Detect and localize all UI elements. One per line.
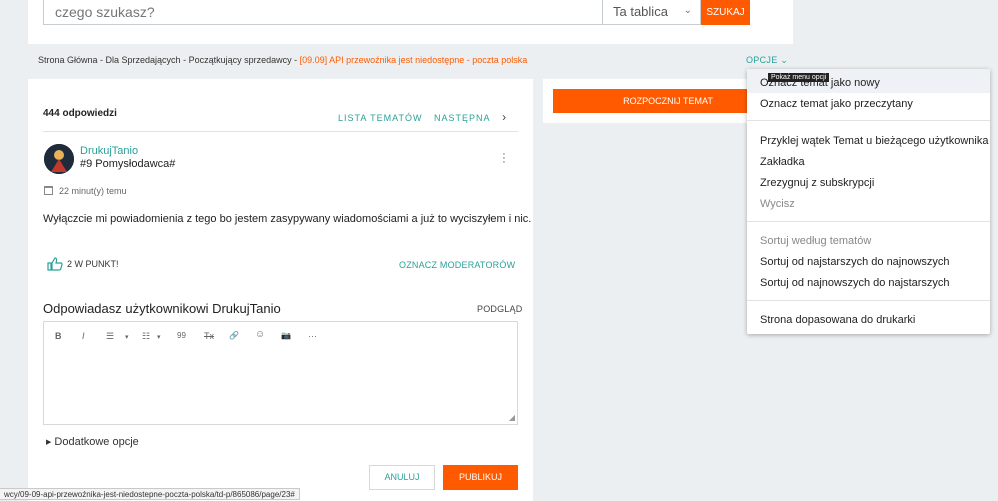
- search-button[interactable]: SZUKAJ: [701, 0, 750, 25]
- link-icon[interactable]: 🔗: [229, 331, 239, 340]
- chevron-down-icon[interactable]: ▾: [125, 333, 129, 341]
- post-time: 22 minut(y) temu: [44, 186, 127, 196]
- kudos-label: 2 W PUNKT!: [67, 259, 119, 269]
- numbered-list-icon[interactable]: ☷: [142, 331, 150, 342]
- menu-item-sort-newest-first[interactable]: Sortuj od najnowszych do najstarszych: [760, 277, 950, 289]
- avatar[interactable]: [44, 144, 74, 174]
- menu-item-sort-oldest-first[interactable]: Sortuj od najstarszych do najnowszych: [760, 256, 950, 268]
- post-body: Wyłączcie mi powiadomienia z tego bo jes…: [43, 213, 532, 225]
- menu-item-mute[interactable]: Wycisz: [760, 198, 795, 210]
- triangle-right-icon: ▶: [46, 439, 52, 446]
- kudos-button[interactable]: 2 W PUNKT!: [47, 257, 119, 273]
- menu-item-pin-topic[interactable]: Przyklej wątek Temat u bieżącego użytkow…: [760, 135, 988, 147]
- search-input[interactable]: [43, 0, 603, 25]
- reply-editor[interactable]: B I ☰ ▾ ☷ ▾ 99 Tx 🔗 ☺ 📷 ··· ◢: [43, 321, 518, 425]
- reply-title: Odpowiadasz użytkownikowi DrukujTanio: [43, 301, 281, 316]
- extra-options-label: Dodatkowe opcje: [54, 436, 139, 448]
- calendar-icon: [44, 186, 53, 195]
- preview-link[interactable]: PODGLĄD: [477, 304, 522, 314]
- resize-grip-icon[interactable]: ◢: [509, 413, 515, 422]
- notify-moderators-link[interactable]: OZNACZ MODERATORÓW: [399, 260, 515, 270]
- chevron-down-icon[interactable]: ▾: [157, 333, 161, 341]
- breadcrumb: Strona Główna - Dla Sprzedających - Pocz…: [38, 55, 527, 65]
- search-scope-label: Ta tablica: [613, 4, 668, 19]
- menu-divider: [747, 221, 990, 222]
- cancel-button[interactable]: ANULUJ: [369, 465, 435, 490]
- next-link[interactable]: NASTĘPNA: [434, 113, 491, 123]
- options-label: OPCJE: [746, 55, 778, 65]
- topics-list-link[interactable]: LISTA TEMATÓW: [338, 113, 423, 123]
- author-name[interactable]: DrukujTanio: [80, 145, 138, 157]
- bold-button[interactable]: B: [55, 331, 62, 341]
- search-scope-select[interactable]: Ta tablica ⌄: [603, 0, 701, 25]
- author-rank: #9 Pomysłodawca#: [80, 158, 176, 170]
- thumbs-up-icon: [47, 257, 63, 273]
- breadcrumb-path[interactable]: Strona Główna - Dla Sprzedających - Pocz…: [38, 55, 300, 65]
- image-icon[interactable]: 📷: [281, 331, 291, 340]
- menu-item-mark-read[interactable]: Oznacz temat jako przeczytany: [760, 98, 913, 110]
- thread-nav: LISTA TEMATÓW NASTĘPNA ›: [338, 110, 515, 124]
- menu-item-printer-friendly[interactable]: Strona dopasowana do drukarki: [760, 314, 915, 326]
- clear-format-icon[interactable]: Tx: [204, 331, 214, 341]
- italic-button[interactable]: I: [82, 331, 85, 341]
- chevron-down-icon: ⌄: [780, 55, 789, 65]
- divider: [43, 131, 518, 132]
- emoji-icon[interactable]: ☺: [255, 329, 265, 340]
- publish-button[interactable]: PUBLIKUJ: [443, 465, 518, 490]
- status-bar-url: wcy/09-09-api-przewoźnika-jest-niedostep…: [0, 488, 300, 500]
- replies-count: 444 odpowiedzi: [43, 108, 117, 119]
- extra-options-toggle[interactable]: ▶ Dodatkowe opcje: [46, 436, 139, 448]
- options-menu: Oznacz temat jako nowy Oznacz temat jako…: [747, 69, 990, 334]
- menu-item-unsubscribe[interactable]: Zrezygnuj z subskrypcji: [760, 177, 874, 189]
- menu-divider: [747, 120, 990, 121]
- bullet-list-icon[interactable]: ☰: [106, 331, 114, 342]
- quote-icon[interactable]: 99: [177, 331, 186, 340]
- post-time-label: 22 minut(y) temu: [59, 186, 127, 196]
- breadcrumb-current: [09.09] API przewoźnika jest niedostępne…: [299, 55, 528, 65]
- menu-item-sort-by-topics: Sortuj według tematów: [760, 235, 872, 247]
- menu-divider: [747, 300, 990, 301]
- menu-item-bookmark[interactable]: Zakładka: [760, 156, 805, 168]
- more-vertical-icon[interactable]: · · ·: [500, 149, 508, 168]
- chevron-right-icon[interactable]: ›: [502, 110, 507, 124]
- chevron-down-icon: ⌄: [683, 5, 692, 16]
- options-tooltip: Pokaż menu opcji: [768, 73, 830, 82]
- more-icon[interactable]: ···: [308, 331, 317, 341]
- options-menu-toggle[interactable]: OPCJE ⌄: [746, 55, 788, 66]
